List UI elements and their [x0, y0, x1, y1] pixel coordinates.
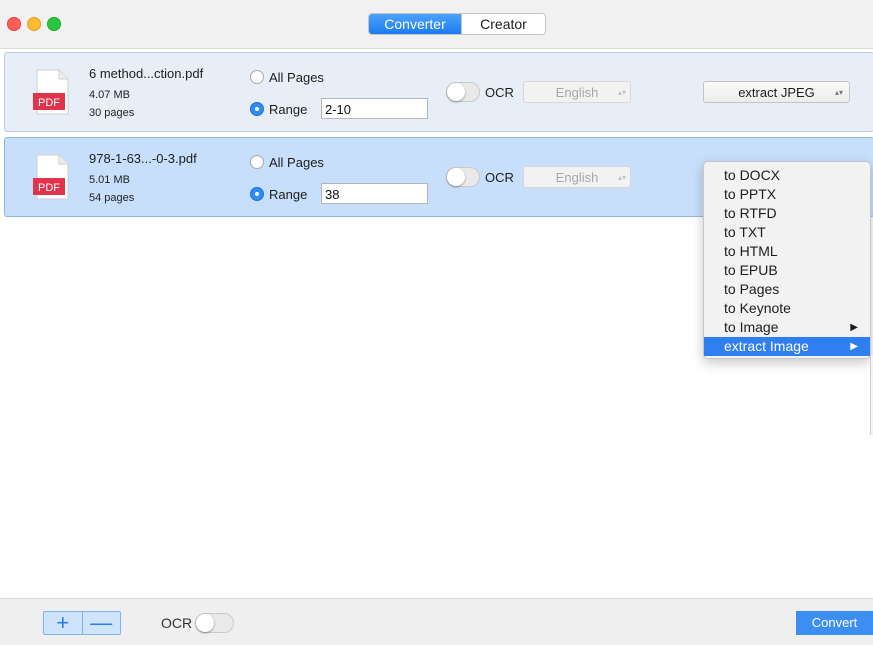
- global-ocr-toggle[interactable]: [195, 613, 234, 633]
- pdf-file-icon: PDF: [33, 154, 69, 200]
- file-size: 4.07 MB: [89, 89, 130, 101]
- submenu-arrow-icon: ▶: [850, 341, 858, 352]
- menu-item-image[interactable]: to Image ▶: [704, 318, 870, 337]
- global-ocr-label: OCR: [161, 615, 193, 631]
- menu-item-label: to Image: [724, 319, 779, 335]
- menu-item-html[interactable]: to HTML: [704, 242, 870, 261]
- file-size: 5.01 MB: [89, 174, 130, 186]
- file-page-count: 30 pages: [89, 107, 135, 119]
- minimize-window-button[interactable]: [27, 17, 41, 31]
- output-format-select[interactable]: extract JPEG ▴▾: [703, 81, 850, 103]
- menu-item-docx[interactable]: to DOCX: [704, 166, 870, 185]
- toggle-knob: [447, 168, 465, 186]
- toggle-knob: [196, 614, 214, 632]
- all-pages-radio[interactable]: [250, 70, 264, 84]
- range-radio[interactable]: [250, 102, 264, 116]
- language-select[interactable]: English ▴▾: [523, 166, 631, 188]
- file-name: 6 method...ction.pdf: [89, 66, 204, 81]
- add-remove-control: + —: [43, 611, 121, 635]
- close-window-button[interactable]: [7, 17, 21, 31]
- menu-item-pptx[interactable]: to PPTX: [704, 185, 870, 204]
- language-value: English: [555, 85, 599, 100]
- range-input[interactable]: 2-10: [321, 98, 428, 119]
- range-radio[interactable]: [250, 187, 264, 201]
- submenu-arrow-icon: ▶: [850, 322, 858, 333]
- select-arrows-icon: ▴▾: [617, 173, 626, 182]
- pdf-file-icon: PDF: [33, 69, 69, 115]
- menu-item-keynote[interactable]: to Keynote: [704, 299, 870, 318]
- select-arrows-icon: ▴▾: [834, 88, 843, 97]
- file-name: 978-1-63...-0-3.pdf: [89, 151, 197, 166]
- all-pages-radio[interactable]: [250, 155, 264, 169]
- all-pages-label: All Pages: [269, 70, 324, 85]
- file-page-count: 54 pages: [89, 192, 135, 204]
- zoom-window-button[interactable]: [47, 17, 61, 31]
- toggle-knob: [447, 83, 465, 101]
- tab-creator[interactable]: Creator: [461, 14, 545, 34]
- output-format-menu: to DOCX to PPTX to RTFD to TXT to HTML t…: [703, 161, 871, 359]
- bottom-toolbar: + — OCR Convert: [0, 598, 873, 645]
- mode-segmented-control: Converter Creator: [368, 13, 546, 35]
- language-value: English: [555, 170, 599, 185]
- remove-file-button[interactable]: —: [83, 612, 121, 634]
- menu-item-extract-image[interactable]: extract Image ▶: [704, 337, 870, 356]
- range-input[interactable]: 38: [321, 183, 428, 204]
- language-select[interactable]: English ▴▾: [523, 81, 631, 103]
- menu-item-rtfd[interactable]: to RTFD: [704, 204, 870, 223]
- menu-item-label: extract Image: [724, 338, 809, 354]
- menu-item-epub[interactable]: to EPUB: [704, 261, 870, 280]
- svg-text:PDF: PDF: [38, 97, 60, 109]
- file-row[interactable]: PDF 6 method...ction.pdf 4.07 MB 30 page…: [4, 52, 873, 132]
- tab-converter[interactable]: Converter: [369, 14, 461, 34]
- range-label: Range: [269, 102, 308, 117]
- add-file-button[interactable]: +: [44, 612, 83, 634]
- convert-button[interactable]: Convert: [796, 611, 873, 635]
- menu-item-txt[interactable]: to TXT: [704, 223, 870, 242]
- ocr-toggle[interactable]: [446, 167, 480, 187]
- range-label: Range: [269, 187, 308, 202]
- menu-item-pages[interactable]: to Pages: [704, 280, 870, 299]
- svg-text:PDF: PDF: [38, 182, 60, 194]
- all-pages-label: All Pages: [269, 155, 324, 170]
- select-arrows-icon: ▴▾: [617, 88, 626, 97]
- output-format-value: extract JPEG: [738, 85, 815, 100]
- ocr-label: OCR: [485, 85, 514, 100]
- ocr-label: OCR: [485, 170, 514, 185]
- title-bar: Converter Creator: [0, 0, 873, 49]
- ocr-toggle[interactable]: [446, 82, 480, 102]
